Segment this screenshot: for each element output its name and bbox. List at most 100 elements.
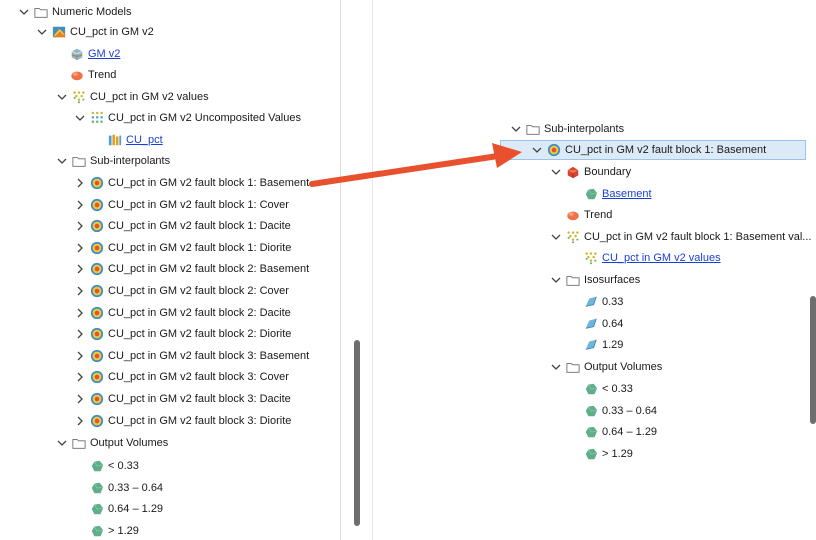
tree-node-label: CU_pct in GM v2: [70, 26, 154, 38]
right-project-tree: Sub-interpolants CU_pct in GM v2 fault b…: [372, 0, 816, 540]
trend-icon: [70, 68, 84, 82]
tree-node-isosurface[interactable]: 0.64: [584, 314, 623, 334]
tree-node-fault-block[interactable]: CU_pct in GM v2 fault block 3: Diorite: [74, 411, 291, 431]
chevron-down-icon[interactable]: [510, 123, 522, 135]
tree-node-values-link[interactable]: CU_pct in GM v2 values: [584, 248, 721, 268]
interpolant-icon: [90, 414, 104, 428]
tree-node-selected-interpolant[interactable]: CU_pct in GM v2 fault block 1: Basement: [500, 140, 806, 160]
tree-node-label: Sub-interpolants: [544, 123, 625, 135]
tree-node-label: CU_pct in GM v2 fault block 1: Basement …: [584, 231, 812, 243]
chevron-right-icon[interactable]: [74, 393, 86, 405]
tree-node-fault-block[interactable]: CU_pct in GM v2 fault block 2: Dacite: [74, 303, 291, 323]
chevron-right-icon[interactable]: [74, 242, 86, 254]
tree-node-isosurface[interactable]: 0.33: [584, 292, 623, 312]
tree-node-fault-block[interactable]: CU_pct in GM v2 fault block 3: Basement: [74, 346, 309, 366]
chevron-right-icon[interactable]: [74, 177, 86, 189]
chevron-down-icon[interactable]: [550, 231, 562, 243]
tree-node-label: CU_pct in GM v2 fault block 2: Diorite: [108, 328, 292, 341]
right-scrollbar[interactable]: [810, 296, 816, 424]
chevron-down-icon[interactable]: [74, 112, 86, 124]
tree-node-label: CU_pct in GM v2 fault block 2: Basement: [108, 263, 310, 276]
interpolant-icon: [90, 306, 104, 320]
tree-node-label: Numeric Models: [52, 6, 132, 18]
tree-node-fault-block[interactable]: CU_pct in GM v2 fault block 2: Cover: [74, 281, 289, 301]
tree-node-label: CU_pct in GM v2 fault block 3: Diorite: [108, 414, 292, 427]
cu-pct-link[interactable]: CU_pct: [126, 133, 163, 147]
chevron-right-icon[interactable]: [74, 263, 86, 275]
tree-node-values-folder[interactable]: CU_pct in GM v2 fault block 1: Basement …: [550, 227, 811, 247]
left-scrollbar[interactable]: [354, 340, 360, 526]
tree-node-fault-block[interactable]: CU_pct in GM v2 fault block 2: Basement: [74, 259, 309, 279]
chevron-down-icon[interactable]: [36, 26, 48, 38]
tree-node-label: CU_pct in GM v2 Uncomposited Values: [108, 112, 301, 124]
tree-node-numeric-models[interactable]: Numeric Models: [18, 2, 131, 22]
tree-node-label: 1.29: [602, 339, 624, 352]
chevron-down-icon[interactable]: [531, 144, 543, 156]
tree-node-output-volume[interactable]: < 0.33: [90, 456, 139, 476]
interpolant-icon: [90, 284, 104, 298]
chevron-right-icon[interactable]: [74, 328, 86, 340]
tree-node-fault-block[interactable]: CU_pct in GM v2 fault block 1: Diorite: [74, 238, 291, 258]
tree-node-label: CU_pct in GM v2 values: [90, 91, 209, 103]
tree-node-output-volume[interactable]: 0.64 – 1.29: [584, 422, 657, 442]
tree-node-output-volume[interactable]: 0.33 – 0.64: [584, 401, 657, 421]
tree-node-fault-block[interactable]: CU_pct in GM v2 fault block 2: Diorite: [74, 324, 291, 344]
tree-node-basement[interactable]: Basement: [584, 184, 652, 204]
tree-node-uncomposited-values[interactable]: CU_pct in GM v2 Uncomposited Values: [74, 108, 301, 128]
chevron-down-icon[interactable]: [550, 274, 562, 286]
tree-node-isosurfaces[interactable]: Isosurfaces: [550, 270, 640, 290]
tree-node-sub-interpolants[interactable]: Sub-interpolants: [510, 119, 624, 139]
tree-node-sub-interpolants[interactable]: Sub-interpolants: [56, 151, 170, 171]
values-link[interactable]: CU_pct in GM v2 values: [602, 251, 721, 265]
chevron-right-icon[interactable]: [74, 371, 86, 383]
chevron-down-icon[interactable]: [56, 437, 68, 449]
folder-icon: [72, 436, 86, 450]
gm-v2-link[interactable]: GM v2: [88, 47, 120, 61]
tree-node-output-volume[interactable]: < 0.33: [584, 379, 633, 399]
tree-node-fault-block[interactable]: CU_pct in GM v2 fault block 3: Dacite: [74, 389, 291, 409]
basement-link[interactable]: Basement: [602, 187, 652, 201]
tree-node-label: < 0.33: [602, 383, 633, 395]
tree-node-output-volume[interactable]: > 1.29: [584, 444, 633, 464]
tree-node-cu-pct[interactable]: CU_pct: [108, 130, 163, 150]
tree-node-boundary[interactable]: Boundary: [550, 162, 631, 182]
tree-node-label: Output Volumes: [90, 437, 169, 449]
tree-node-fault-block[interactable]: CU_pct in GM v2 fault block 3: Cover: [74, 367, 289, 387]
tree-node-output-volume[interactable]: 0.64 – 1.29: [90, 499, 163, 519]
interpolant-icon: [90, 349, 104, 363]
left-project-tree: Numeric Models CU_pct in GM v2 GM v2 Tre…: [0, 0, 373, 540]
chevron-right-icon[interactable]: [74, 285, 86, 297]
tree-node-fault-block[interactable]: CU_pct in GM v2 fault block 1: Dacite: [74, 216, 291, 236]
tree-node-trend[interactable]: Trend: [70, 65, 116, 85]
tree-node-output-volume[interactable]: 0.33 – 0.64: [90, 478, 163, 498]
interpolant-icon: [90, 370, 104, 384]
chevron-right-icon[interactable]: [74, 350, 86, 362]
chevron-right-icon[interactable]: [74, 415, 86, 427]
volume-icon: [90, 459, 104, 473]
chevron-down-icon[interactable]: [56, 155, 68, 167]
tree-node-gm-link[interactable]: GM v2: [70, 44, 120, 64]
tree-node-fault-block[interactable]: CU_pct in GM v2 fault block 1: Cover: [74, 195, 289, 215]
tree-node-trend[interactable]: Trend: [566, 205, 612, 225]
tree-node-output-volumes[interactable]: Output Volumes: [550, 357, 662, 377]
tree-node-label: CU_pct in GM v2 fault block 3: Basement: [108, 349, 310, 362]
tree-node-values[interactable]: CU_pct in GM v2 values: [56, 87, 209, 107]
tree-node-output-volume[interactable]: > 1.29: [90, 521, 139, 540]
chevron-right-icon[interactable]: [74, 199, 86, 211]
tree-node-fault-block[interactable]: CU_pct in GM v2 fault block 1: Basement: [74, 173, 309, 193]
chevron-down-icon[interactable]: [56, 91, 68, 103]
chevron-down-icon[interactable]: [18, 6, 30, 18]
tree-node-label: Output Volumes: [584, 361, 663, 373]
isosurface-icon: [584, 338, 598, 352]
tree-node-label: 0.33 – 0.64: [602, 404, 658, 417]
interpolant-icon: [90, 219, 104, 233]
chevron-right-icon[interactable]: [74, 307, 86, 319]
chevron-down-icon[interactable]: [550, 361, 562, 373]
chevron-right-icon[interactable]: [74, 220, 86, 232]
tree-node-label: 0.64 – 1.29: [602, 426, 658, 439]
tree-node-isosurface[interactable]: 1.29: [584, 335, 623, 355]
tree-node-output-volumes[interactable]: Output Volumes: [56, 433, 168, 453]
chevron-down-icon[interactable]: [550, 166, 562, 178]
folder-icon: [566, 273, 580, 287]
tree-node-numeric-model[interactable]: CU_pct in GM v2: [36, 22, 154, 42]
